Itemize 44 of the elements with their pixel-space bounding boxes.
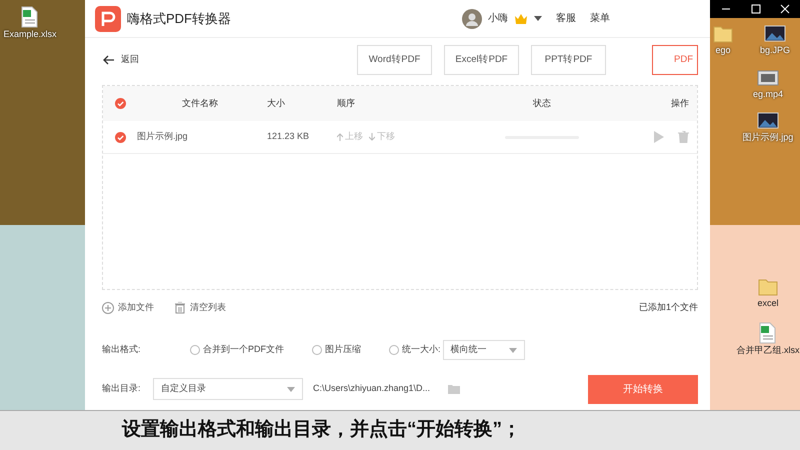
size-dropdown[interactable]: 横向统一	[442, 340, 525, 360]
output-path: C:\Users\zhiyuan.zhang1\D...	[313, 382, 430, 396]
avatar-icon[interactable]	[462, 8, 482, 28]
column-header: 大小	[267, 98, 285, 108]
up-arrow-icon	[337, 133, 343, 141]
back-arrow-icon	[103, 55, 115, 65]
column-header: 顺序	[337, 98, 355, 108]
radio-option[interactable]: 图片压缩	[312, 343, 361, 357]
icon-label[interactable]: Example.xlsx	[3, 28, 56, 42]
icon-label[interactable]: 合并甲乙组.xlsx	[736, 344, 800, 358]
format-tab[interactable]: Excel转PDF	[444, 45, 519, 75]
caret-icon	[287, 386, 295, 392]
icon-label[interactable]: excel	[757, 296, 778, 310]
down-arrow-icon	[369, 133, 375, 141]
select-all-checkbox[interactable]	[114, 98, 126, 109]
window-title: 嗨格式PDF转换器	[127, 10, 231, 28]
column-header: 文件名称	[182, 98, 218, 108]
close-icon[interactable]	[778, 3, 792, 15]
format-tab[interactable]: PPT转PDF	[531, 45, 606, 75]
output-dir-label: 输出目录:	[102, 382, 142, 396]
subtitle-caption: 设置输出格式和输出目录，并点击“开始转换”；	[0, 410, 800, 450]
caret-icon[interactable]	[534, 16, 542, 21]
file-name: 图片示例.jpg	[137, 131, 188, 142]
radio-option[interactable]: 统一大小:	[389, 343, 441, 357]
output-format-label: 输出格式:	[102, 343, 142, 356]
output-dir-dropdown[interactable]: 自定义目录	[153, 378, 303, 400]
back-link[interactable]: 返回	[102, 52, 140, 68]
crown-icon	[514, 13, 528, 24]
plus-circle-icon	[102, 302, 114, 314]
row-checkbox[interactable]	[114, 132, 126, 142]
menu-link[interactable]: 菜单	[590, 11, 610, 26]
menu-link[interactable]: 客服	[556, 11, 576, 26]
clear-list-button[interactable]: 清空列表	[174, 301, 226, 315]
app-logo-icon	[95, 6, 121, 32]
user-name[interactable]: 小嗨	[488, 11, 508, 26]
file-count: 已添加1个文件	[638, 301, 698, 314]
radio-option[interactable]: 合并到一个PDF文件	[190, 343, 284, 357]
format-tab[interactable]: Word转PDF	[357, 45, 432, 75]
trash-icon	[174, 302, 186, 314]
column-header: 状态	[533, 96, 551, 110]
column-header: 操作	[671, 96, 689, 110]
caret-icon	[508, 348, 517, 352]
add-files-button[interactable]: 添加文件	[102, 301, 154, 315]
file-size: 121.23 KB	[267, 131, 310, 142]
